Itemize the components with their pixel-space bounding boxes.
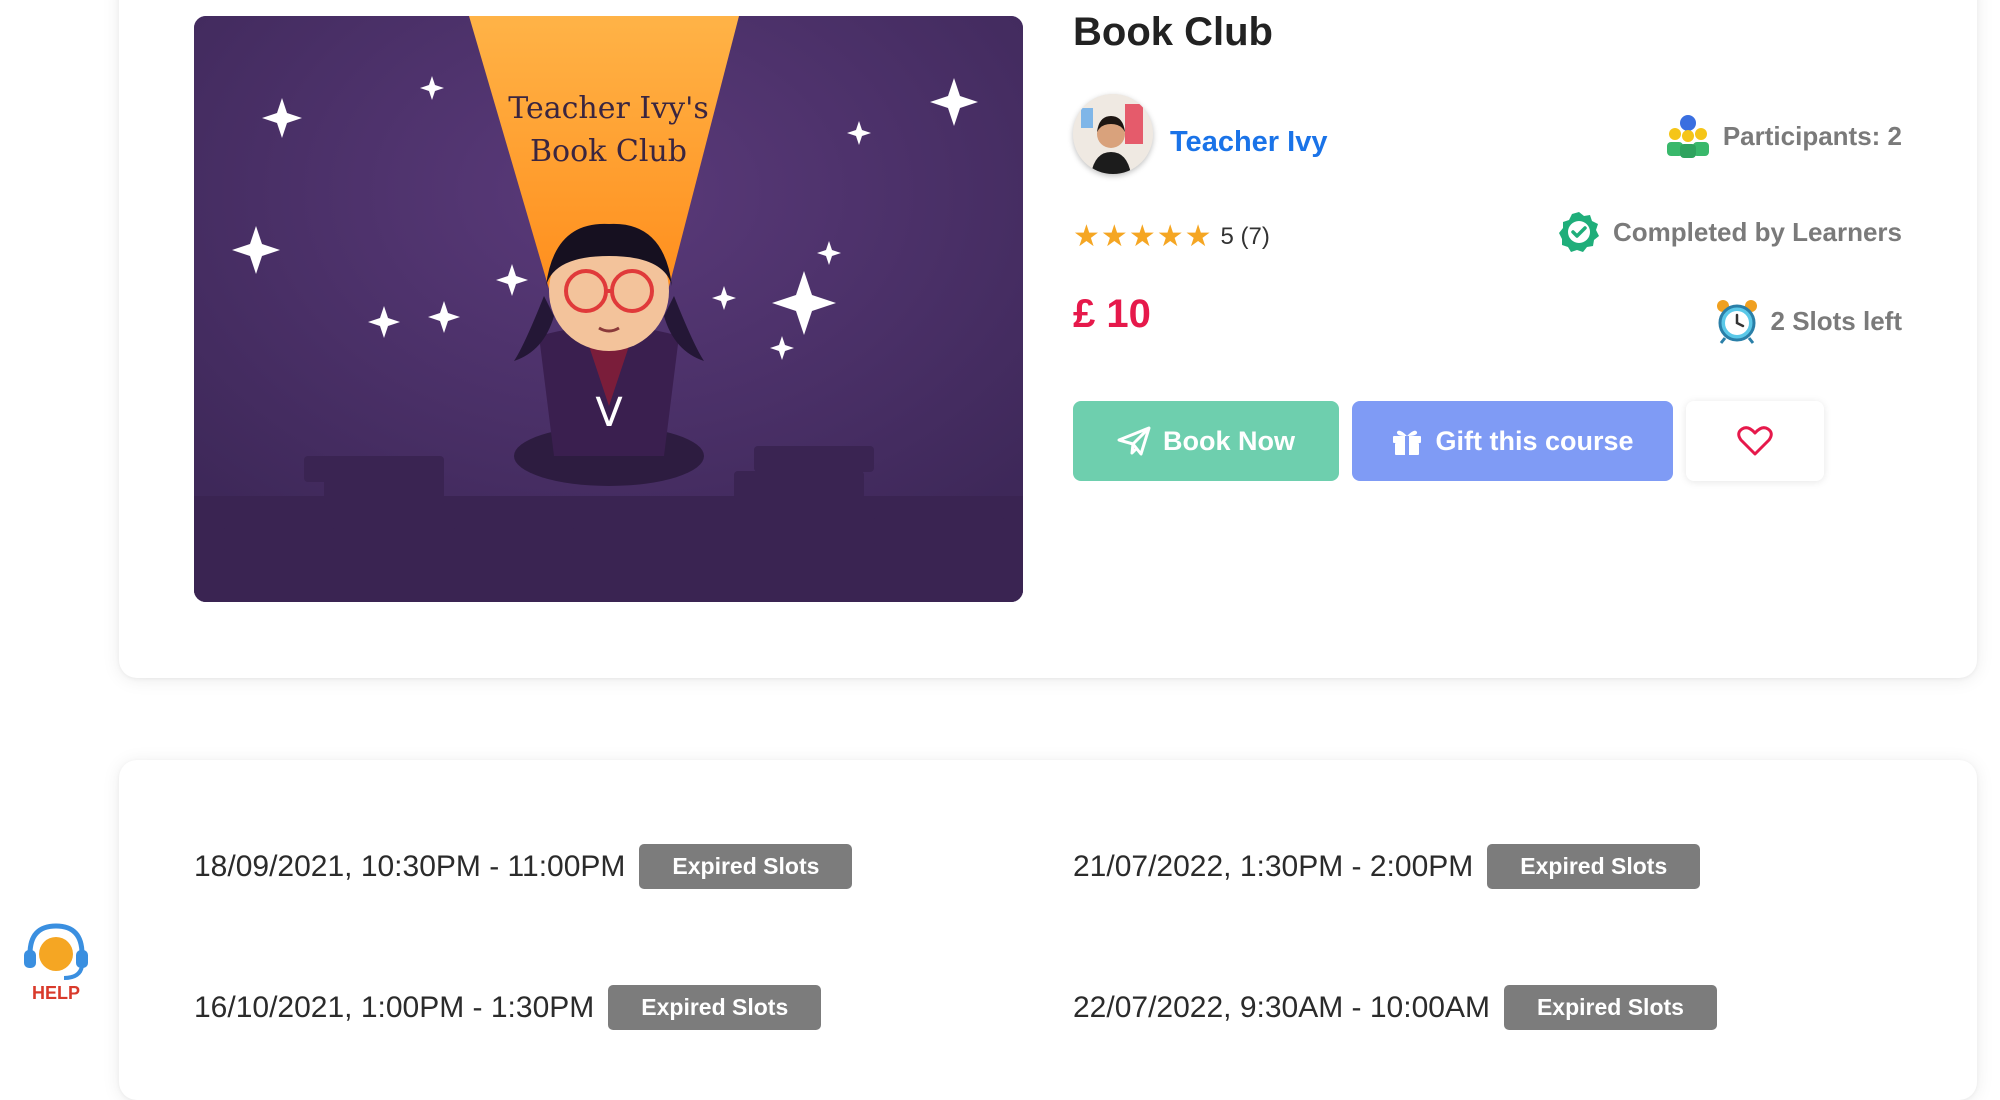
time-slot: 22/07/2022, 9:30AM - 10:00AM Expired Slo… bbox=[1073, 985, 1717, 1030]
image-title-line2: Book Club bbox=[530, 134, 687, 169]
star-icon: ★ bbox=[1128, 220, 1156, 253]
teacher-avatar[interactable] bbox=[1073, 94, 1153, 174]
completion-text: Completed by Learners bbox=[1613, 216, 1902, 247]
slots-left-stat: 2 Slots left bbox=[1715, 298, 1902, 344]
time-slot: 18/09/2021, 10:30PM - 11:00PM Expired Sl… bbox=[194, 844, 853, 889]
course-price: £ 10 bbox=[1073, 292, 1151, 336]
gift-course-label: Gift this course bbox=[1435, 425, 1634, 456]
star-icon: ★ bbox=[1184, 220, 1212, 253]
participants-text: Participants: 2 bbox=[1722, 120, 1902, 151]
help-label: HELP bbox=[31, 983, 80, 1003]
participants-icon bbox=[1665, 114, 1711, 158]
help-widget[interactable]: HELP bbox=[20, 920, 92, 1004]
gift-course-button[interactable]: Gift this course bbox=[1352, 401, 1673, 481]
rating-value: 5 (7) bbox=[1220, 223, 1270, 250]
teacher-name-link[interactable]: Teacher Ivy bbox=[1170, 126, 1327, 159]
heart-icon bbox=[1737, 425, 1773, 457]
slot-status-badge: Expired Slots bbox=[1487, 844, 1701, 889]
course-title: Book Club bbox=[1073, 10, 1273, 54]
verified-badge-icon bbox=[1557, 210, 1601, 254]
favorite-button[interactable] bbox=[1686, 401, 1824, 481]
slot-status-badge: Expired Slots bbox=[639, 844, 853, 889]
completion-stat: Completed by Learners bbox=[1557, 210, 1902, 254]
slots-left-text: 2 Slots left bbox=[1770, 305, 1902, 336]
slot-status-badge: Expired Slots bbox=[1503, 985, 1717, 1030]
course-rating: ★ ★ ★ ★ ★ 5 (7) bbox=[1073, 222, 1270, 252]
alarm-clock-icon bbox=[1715, 298, 1759, 344]
time-slots-card bbox=[119, 760, 1977, 1100]
time-slot: 21/07/2022, 1:30PM - 2:00PM Expired Slot… bbox=[1073, 844, 1701, 889]
course-image: V Teacher Ivy's Book Club bbox=[194, 16, 1023, 602]
paper-plane-icon bbox=[1117, 426, 1151, 456]
time-slot: 16/10/2021, 1:00PM - 1:30PM Expired Slot… bbox=[194, 985, 822, 1030]
star-icon: ★ bbox=[1156, 220, 1184, 253]
slot-status-badge: Expired Slots bbox=[608, 985, 822, 1030]
svg-text:V: V bbox=[595, 390, 623, 436]
star-icon: ★ bbox=[1100, 220, 1128, 253]
slot-datetime: 16/10/2021, 1:00PM - 1:30PM bbox=[194, 990, 595, 1024]
book-now-button[interactable]: Book Now bbox=[1073, 401, 1339, 481]
slot-datetime: 22/07/2022, 9:30AM - 10:00AM bbox=[1073, 990, 1490, 1024]
star-icon: ★ bbox=[1073, 220, 1100, 253]
book-now-label: Book Now bbox=[1163, 425, 1295, 456]
image-title-line1: Teacher Ivy's bbox=[508, 91, 709, 126]
slot-datetime: 18/09/2021, 10:30PM - 11:00PM bbox=[194, 849, 626, 883]
slot-datetime: 21/07/2022, 1:30PM - 2:00PM bbox=[1073, 849, 1474, 883]
gift-icon bbox=[1391, 426, 1423, 456]
participants-stat: Participants: 2 bbox=[1665, 114, 1902, 158]
